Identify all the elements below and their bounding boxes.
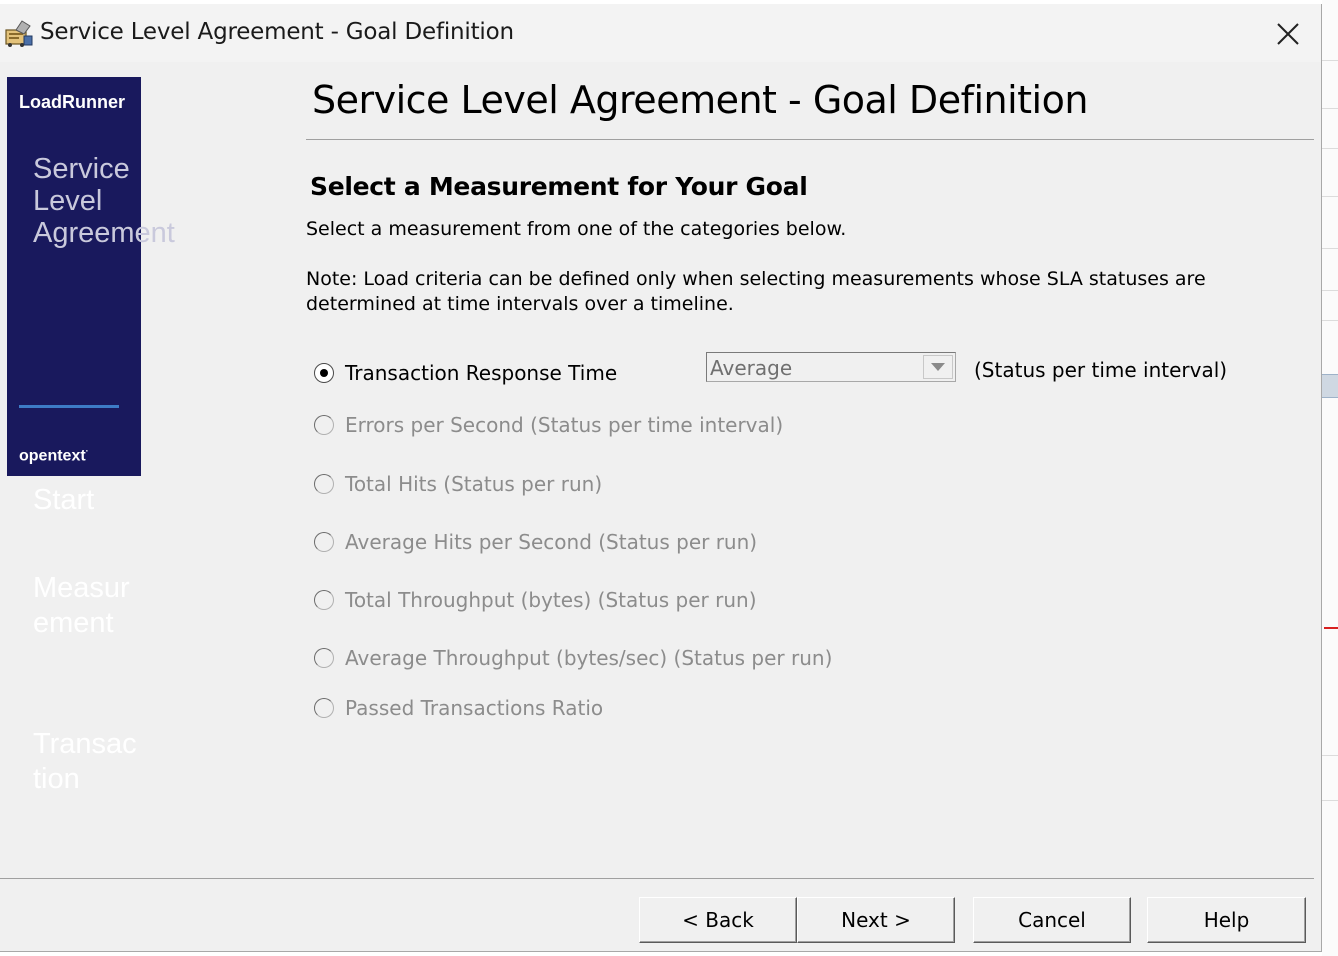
window-title: Service Level Agreement - Goal Definitio… bbox=[40, 19, 514, 45]
close-icon bbox=[1277, 23, 1299, 45]
cancel-button[interactable]: Cancel bbox=[973, 897, 1131, 943]
close-button[interactable] bbox=[1262, 12, 1314, 56]
note-text: Note: Load criteria can be defined only … bbox=[306, 268, 1206, 315]
measurement-option-transaction-response-time[interactable]: Transaction Response Time bbox=[314, 360, 617, 386]
measurement-option-total-hits[interactable]: Total Hits (Status per run) bbox=[314, 471, 602, 497]
measurement-option-average-throughput[interactable]: Average Throughput (bytes/sec) (Status p… bbox=[314, 645, 832, 671]
chevron-down-icon bbox=[931, 363, 945, 371]
footer-divider bbox=[0, 878, 1314, 879]
back-button[interactable]: < Back bbox=[639, 897, 797, 943]
measurement-option-errors-per-second[interactable]: Errors per Second (Status per time inter… bbox=[314, 412, 783, 438]
radio-button[interactable] bbox=[314, 474, 334, 494]
measurement-option-average-hits-per-second[interactable]: Average Hits per Second (Status per run) bbox=[314, 529, 757, 555]
option-label: Average Throughput (bytes/sec) (Status p… bbox=[345, 646, 833, 670]
option-label: Total Hits (Status per run) bbox=[345, 472, 603, 496]
radio-button[interactable] bbox=[314, 648, 334, 668]
wizard-step-transaction: Transaction bbox=[33, 728, 137, 795]
background-window-strip bbox=[1322, 0, 1338, 956]
radio-button[interactable] bbox=[314, 532, 334, 552]
radio-button[interactable] bbox=[314, 590, 334, 610]
option-label: Passed Transactions Ratio bbox=[345, 696, 604, 720]
next-button[interactable]: Next > bbox=[797, 897, 955, 943]
option-label: Errors per Second (Status per time inter… bbox=[345, 413, 784, 437]
status-interval-note: (Status per time interval) bbox=[974, 358, 1228, 382]
sla-wizard-dialog: Service Level Agreement - Goal Definitio… bbox=[0, 4, 1322, 952]
dropdown-button[interactable] bbox=[923, 355, 953, 379]
instructions-text: Select a measurement from one of the cat… bbox=[306, 218, 847, 240]
wizard-step-measurement: Measurement bbox=[33, 572, 130, 639]
title-bar: Service Level Agreement - Goal Definitio… bbox=[0, 4, 1321, 62]
option-label: Average Hits per Second (Status per run) bbox=[345, 530, 758, 554]
measurement-option-passed-transactions-ratio[interactable]: Passed Transactions Ratio bbox=[314, 695, 603, 721]
section-title: Select a Measurement for Your Goal bbox=[310, 172, 808, 201]
dropdown-value: Average bbox=[710, 356, 793, 380]
radio-button[interactable] bbox=[314, 698, 334, 718]
aggregation-dropdown[interactable]: Average bbox=[706, 352, 956, 382]
progress-bar bbox=[19, 405, 119, 408]
help-button[interactable]: Help bbox=[1147, 897, 1306, 943]
wizard-step-start: Start bbox=[33, 484, 95, 516]
stage-title: Service Level Agreement bbox=[33, 153, 175, 249]
header-divider bbox=[306, 139, 1314, 140]
page-title: Service Level Agreement - Goal Definitio… bbox=[312, 78, 1088, 122]
wizard-banner: LoadRunner Service Level Agreement opent… bbox=[7, 77, 175, 476]
option-label: Total Throughput (bytes) (Status per run… bbox=[345, 588, 757, 612]
sla-wizard-icon bbox=[5, 20, 33, 47]
radio-button[interactable] bbox=[314, 363, 334, 383]
brand-logo-text: LoadRunner bbox=[19, 92, 125, 112]
measurement-option-total-throughput[interactable]: Total Throughput (bytes) (Status per run… bbox=[314, 587, 757, 613]
company-logo-text: opentext· bbox=[19, 446, 89, 465]
radio-button[interactable] bbox=[314, 415, 334, 435]
option-label: Transaction Response Time bbox=[345, 361, 618, 385]
background-marker bbox=[1324, 627, 1338, 629]
